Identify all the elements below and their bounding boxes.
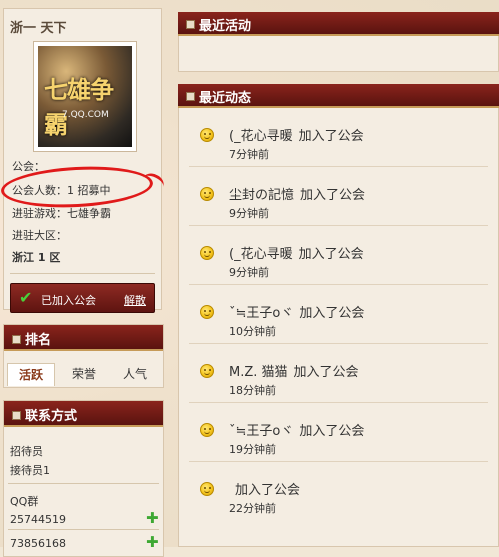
logo-text: 七雄争霸 — [44, 75, 114, 139]
recent-updates-header: 最近动态 — [178, 84, 499, 108]
contact-panel: 联系方式 招待员 接待员1 QQ群 25744519 ✚ 73856168 ✚ — [3, 400, 164, 557]
recruiter-name: 接待员1 — [10, 464, 50, 477]
joined-status-bar: ✔ 已加入公会 解散 — [10, 283, 155, 313]
feed-user-name[interactable]: (_花心寻暖 — [229, 129, 293, 144]
feed-line: M.Z. 猫猫 加入了公会 — [229, 361, 359, 380]
feed-action: 加入了公会 — [293, 365, 359, 380]
smiley-icon — [200, 187, 214, 201]
feed-user-name[interactable]: (_花心寻暖 — [229, 247, 293, 262]
feed-line: ˇ≒王子oヾ 加入了公会 — [229, 420, 364, 439]
logo-image: 七雄争霸 7.QQ.COM — [38, 46, 132, 147]
tab-active[interactable]: 活跃 — [7, 363, 55, 386]
feed-item: (_花心寻暖 加入了公会 7分钟前 — [189, 108, 488, 167]
divider — [8, 483, 159, 484]
feed-line: ˇ≒王子oヾ 加入了公会 — [229, 302, 364, 321]
recent-activity-title: 最近活动 — [199, 19, 252, 34]
tab-honor[interactable]: 荣誉 — [60, 363, 108, 385]
add-qq-group-icon[interactable]: ✚ — [146, 533, 159, 551]
recruiter-label: 招待员 — [10, 445, 43, 458]
contact-title: 联系方式 — [25, 409, 78, 424]
contact-header: 联系方式 — [4, 401, 163, 427]
recent-updates-panel: 最近动态 (_花心寻暖 加入了公会 7分钟前 尘封の記憶 加入了公会 9分钟前 (_… — [178, 84, 499, 547]
guild-name: 浙一 天下 — [10, 21, 67, 36]
section-icon — [12, 335, 21, 344]
recent-updates-feed: (_花心寻暖 加入了公会 7分钟前 尘封の記憶 加入了公会 9分钟前 (_花心寻暖加… — [178, 108, 499, 547]
feed-action: 加入了公会 — [300, 188, 366, 203]
ranking-panel: 排名 活跃 荣誉 人气 — [3, 324, 164, 388]
ranking-title: 排名 — [25, 333, 52, 348]
smiley-icon — [200, 305, 214, 319]
section-icon — [12, 411, 21, 420]
feed-item: 尘封の記憶 加入了公会 9分钟前 — [189, 167, 488, 226]
smiley-icon — [200, 246, 214, 260]
feed-action: 加入了公会 — [299, 424, 365, 439]
divider — [10, 273, 155, 274]
feed-action: 加入了公会 — [298, 247, 364, 262]
qq-group-number: 25744519 — [10, 513, 66, 526]
zone-label: 进驻大区： — [12, 229, 67, 242]
smiley-icon — [200, 423, 214, 437]
left-column: 浙一 天下 七雄争霸 7.QQ.COM 公会： 公会人数：1 招募中 进驻游戏：… — [0, 8, 167, 557]
feed-item: 加入了公会 22分钟前 — [189, 462, 488, 520]
check-icon: ✔ — [19, 288, 33, 307]
qq-group-number: 73856168 — [10, 537, 66, 550]
dismiss-link[interactable]: 解散 — [124, 292, 146, 308]
feed-time: 7分钟前 — [229, 148, 269, 161]
feed-time: 18分钟前 — [229, 384, 276, 397]
ranking-tabs: 活跃 荣誉 人气 — [7, 363, 159, 386]
feed-time: 9分钟前 — [229, 207, 269, 220]
joined-label: 已加入公会 — [41, 294, 96, 307]
feed-user-name[interactable]: ˇ≒王子oヾ — [229, 306, 293, 321]
ranking-header: 排名 — [4, 325, 163, 351]
guild-card: 浙一 天下 七雄争霸 7.QQ.COM 公会： 公会人数：1 招募中 进驻游戏：… — [0, 8, 167, 313]
divider — [8, 529, 159, 530]
smiley-icon — [200, 364, 214, 378]
recent-updates-title: 最近动态 — [199, 91, 252, 106]
feed-line: (_花心寻暖 加入了公会 — [229, 243, 364, 262]
feed-item: (_花心寻暖 加入了公会 9分钟前 — [189, 226, 488, 285]
feed-time: 9分钟前 — [229, 266, 269, 279]
feed-user-name[interactable]: M.Z. 猫猫 — [229, 365, 288, 380]
feed-item: ˇ≒王子oヾ 加入了公会 10分钟前 — [189, 285, 488, 344]
feed-user-name[interactable]: ˇ≒王子oヾ — [229, 424, 293, 439]
smiley-icon — [200, 128, 214, 142]
feed-line: (_花心寻暖 加入了公会 — [229, 125, 364, 144]
qq-group-label: QQ群 — [10, 495, 39, 508]
feed-action: 加入了公会 — [235, 483, 301, 498]
guild-logo: 七雄争霸 7.QQ.COM — [33, 41, 137, 152]
feed-time: 22分钟前 — [229, 502, 276, 515]
feed-action: 加入了公会 — [298, 129, 364, 144]
logo-subtext: 7.QQ.COM — [62, 110, 109, 120]
feed-user-name[interactable]: 尘封の記憶 — [229, 188, 294, 203]
feed-line: 加入了公会 — [229, 479, 300, 498]
feed-item: M.Z. 猫猫 加入了公会 18分钟前 — [189, 344, 488, 403]
section-icon — [186, 20, 195, 29]
recent-activity-body — [178, 36, 499, 72]
feed-line: 尘封の記憶 加入了公会 — [229, 184, 365, 203]
feed-item: ˇ≒王子oヾ 加入了公会 19分钟前 — [189, 403, 488, 462]
feed-time: 10分钟前 — [229, 325, 276, 338]
recent-activity-panel: 最近活动 — [178, 12, 499, 72]
add-qq-group-icon[interactable]: ✚ — [146, 509, 159, 527]
feed-time: 19分钟前 — [229, 443, 276, 456]
zone-value: 浙江 1 区 — [12, 251, 61, 264]
recent-activity-header: 最近活动 — [178, 12, 499, 36]
tab-popularity[interactable]: 人气 — [111, 363, 159, 385]
section-icon — [186, 92, 195, 101]
smiley-icon — [200, 482, 214, 496]
feed-action: 加入了公会 — [299, 306, 365, 321]
